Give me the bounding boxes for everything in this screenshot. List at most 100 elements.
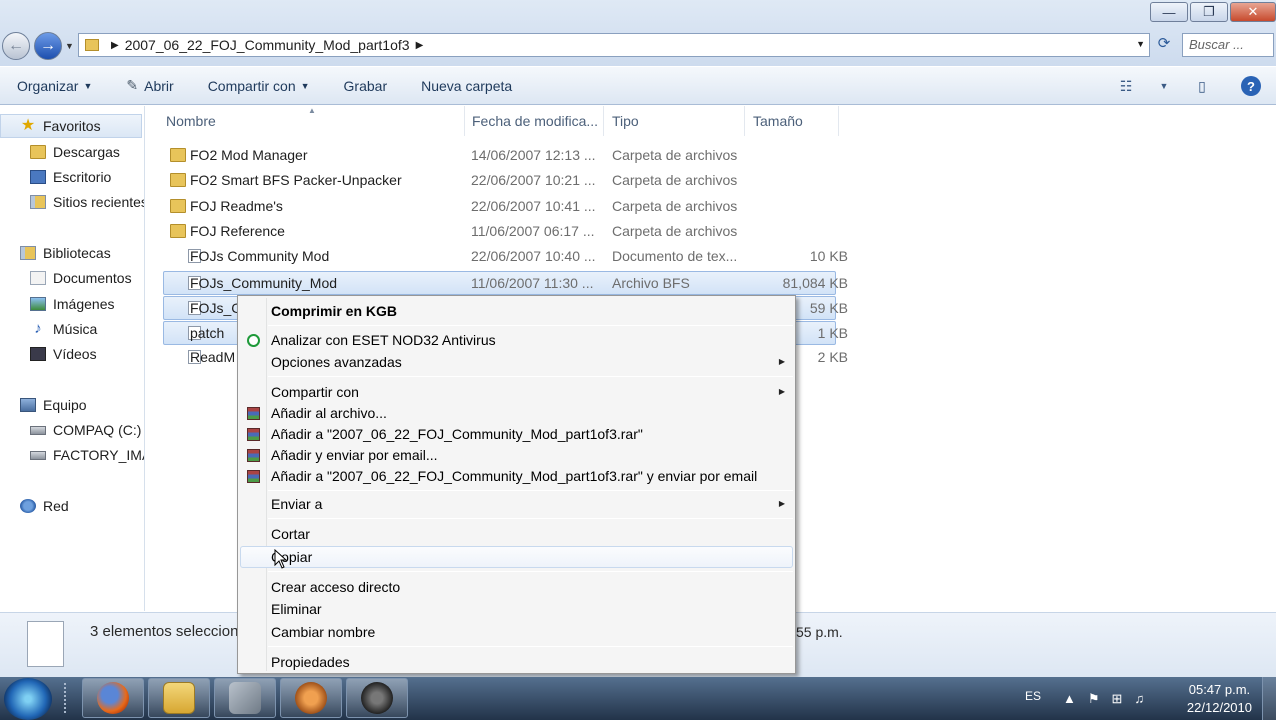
taskbar-app-notebook[interactable] <box>214 678 276 718</box>
help-icon[interactable]: ? <box>1241 76 1261 96</box>
start-button[interactable] <box>4 678 52 720</box>
nav-downloads[interactable]: Descargas <box>30 144 120 160</box>
column-divider[interactable] <box>838 106 839 136</box>
chevron-down-icon[interactable]: ▼ <box>1154 77 1174 95</box>
new-folder-button[interactable]: Nueva carpeta <box>404 78 529 94</box>
column-header-size[interactable]: Tamaño <box>753 106 833 136</box>
column-header-label: Tamaño <box>753 113 803 129</box>
window-controls: — ❐ ✕ <box>1150 2 1276 24</box>
nav-music[interactable]: ♪ Música <box>30 321 97 337</box>
nav-images[interactable]: Imágenes <box>30 296 114 312</box>
nav-documents[interactable]: Documentos <box>30 270 132 286</box>
breadcrumb-arrow-icon[interactable]: ▶ <box>111 40 119 51</box>
menu-item-advanced-options[interactable]: Opciones avanzadas <box>271 351 791 373</box>
search-input[interactable]: Buscar ... <box>1182 33 1274 57</box>
menu-label: Analizar con ESET NOD32 Antivirus <box>271 332 496 348</box>
menu-item-delete[interactable]: Eliminar <box>271 598 322 620</box>
menu-label: Eliminar <box>271 601 322 617</box>
menu-item-create-shortcut[interactable]: Crear acceso directo <box>271 576 400 598</box>
menu-item-rename[interactable]: Cambiar nombre <box>271 621 375 643</box>
nav-drive-factory[interactable]: FACTORY_IMAGE <box>30 447 144 463</box>
preview-pane-icon[interactable]: ▯ <box>1192 77 1212 95</box>
menu-item-add-to-archive[interactable]: Añadir al archivo... <box>271 402 387 424</box>
burn-button[interactable]: Grabar <box>327 78 405 94</box>
nav-label: Favoritos <box>43 118 101 134</box>
submenu-arrow-icon: ▶ <box>778 357 785 366</box>
nav-computer[interactable]: Equipo <box>20 397 87 413</box>
column-header-type[interactable]: Tipo <box>612 106 742 136</box>
address-dropdown-icon[interactable]: ▼ <box>1136 39 1145 49</box>
file-type: Documento de tex... <box>612 248 738 264</box>
nav-drive-c[interactable]: COMPAQ (C:) <box>30 422 141 438</box>
menu-label: Propiedades <box>271 654 350 670</box>
close-button[interactable]: ✕ <box>1230 2 1276 22</box>
menu-item-properties[interactable]: Propiedades <box>271 651 350 673</box>
menu-item-send-to[interactable]: Enviar a <box>271 493 322 515</box>
column-header-name[interactable]: Nombre <box>166 106 466 136</box>
menu-item-compress-kgb[interactable]: Comprimir en KGB <box>271 300 397 322</box>
address-field[interactable]: ▶ 2007_06_22_FOJ_Community_Mod_part1of3 … <box>78 33 1150 57</box>
menu-item-cut[interactable]: Cortar <box>271 523 310 545</box>
show-desktop-button[interactable] <box>1262 677 1276 720</box>
menu-item-share-with[interactable]: Compartir con <box>271 381 359 403</box>
file-type: Carpeta de archivos <box>612 172 738 188</box>
menu-hover-highlight <box>240 546 793 568</box>
file-row[interactable]: FOJ Readme's 22/06/2007 10:41 ... Carpeta … <box>164 195 836 219</box>
organize-button[interactable]: Organizar ▼ <box>0 78 109 94</box>
taskbar-fallout2[interactable] <box>346 678 408 718</box>
recent-pages-dropdown-icon[interactable]: ▼ <box>65 41 74 51</box>
action-center-flag-icon[interactable]: ⚑ <box>1088 691 1100 707</box>
show-hidden-icons-icon[interactable]: ▲ <box>1063 691 1076 707</box>
nav-videos[interactable]: Vídeos <box>30 346 97 362</box>
nav-network[interactable]: Red <box>20 498 69 514</box>
menu-item-add-and-email[interactable]: Añadir y enviar por email... <box>271 444 438 466</box>
minimize-button[interactable]: — <box>1150 2 1188 22</box>
file-row[interactable]: FOJ Reference 11/06/2007 06:17 ... Carpeta… <box>164 220 836 244</box>
mouse-pointer-icon <box>274 549 288 569</box>
file-name: patch <box>190 325 225 341</box>
breadcrumb-path[interactable]: 2007_06_22_FOJ_Community_Mod_part1of3 <box>125 37 410 53</box>
open-button[interactable]: ✎ Abrir <box>109 77 190 94</box>
menu-separator <box>268 376 793 377</box>
nav-label: Sitios recientes <box>53 194 145 210</box>
nav-recent-places[interactable]: Sitios recientes <box>30 194 145 210</box>
nav-label: Bibliotecas <box>43 245 111 261</box>
hard-drive-icon <box>30 450 46 460</box>
clock[interactable]: 05:47 p.m. 22/12/2010 <box>1187 681 1252 717</box>
file-type: Carpeta de archivos <box>612 223 738 239</box>
taskbar-firefox[interactable] <box>82 678 144 718</box>
column-divider[interactable] <box>744 106 745 136</box>
folder-icon <box>170 148 186 162</box>
organize-label: Organizar <box>17 77 79 94</box>
file-row[interactable]: FO2 Smart BFS Packer-Unpacker 22/06/2007 … <box>164 169 836 193</box>
document-thumbnail-icon <box>27 621 64 667</box>
nav-libraries[interactable]: Bibliotecas <box>20 245 111 261</box>
network-icon[interactable]: ⊞ <box>1112 691 1123 707</box>
back-button[interactable]: ← <box>2 32 30 60</box>
file-row[interactable]: FOJs Community Mod 22/06/2007 10:40 ... Do… <box>164 245 848 269</box>
nav-favorites[interactable]: ★ Favoritos <box>20 118 101 135</box>
menu-item-add-to-rar-and-email[interactable]: Añadir a "2007_06_22_FOJ_Community_Mod_p… <box>271 465 757 487</box>
menu-label: Opciones avanzadas <box>271 354 402 370</box>
maximize-button[interactable]: ❐ <box>1190 2 1228 22</box>
volume-icon[interactable]: ♫ <box>1134 691 1144 707</box>
column-divider[interactable] <box>464 106 465 136</box>
menu-item-eset-scan[interactable]: Analizar con ESET NOD32 Antivirus <box>271 329 496 351</box>
menu-separator <box>268 490 793 491</box>
menu-item-add-to-rar[interactable]: Añadir a "2007_06_22_FOJ_Community_Mod_p… <box>271 423 643 445</box>
language-indicator[interactable]: ES <box>1025 689 1041 703</box>
column-header-date[interactable]: Fecha de modifica... <box>472 106 602 136</box>
file-row[interactable]: FO2 Mod Manager 14/06/2007 12:13 ... Carpe… <box>164 144 836 168</box>
share-button[interactable]: Compartir con ▼ <box>191 78 327 94</box>
breadcrumb-arrow-icon[interactable]: ▶ <box>416 40 424 51</box>
nav-label: Imágenes <box>53 296 115 312</box>
open-label: Abrir <box>144 77 174 94</box>
column-divider[interactable] <box>603 106 604 136</box>
refresh-icon[interactable]: ⟳ <box>1152 34 1176 56</box>
forward-button[interactable]: → <box>34 32 62 60</box>
taskbar-app-glove[interactable] <box>280 678 342 718</box>
nav-desktop[interactable]: Escritorio <box>30 169 111 185</box>
taskbar-explorer[interactable] <box>148 678 210 718</box>
view-options-icon[interactable]: ☷ <box>1116 77 1136 95</box>
file-row[interactable]: FOJs_Community_Mod 11/06/2007 11:30 ... Ar… <box>163 271 848 295</box>
